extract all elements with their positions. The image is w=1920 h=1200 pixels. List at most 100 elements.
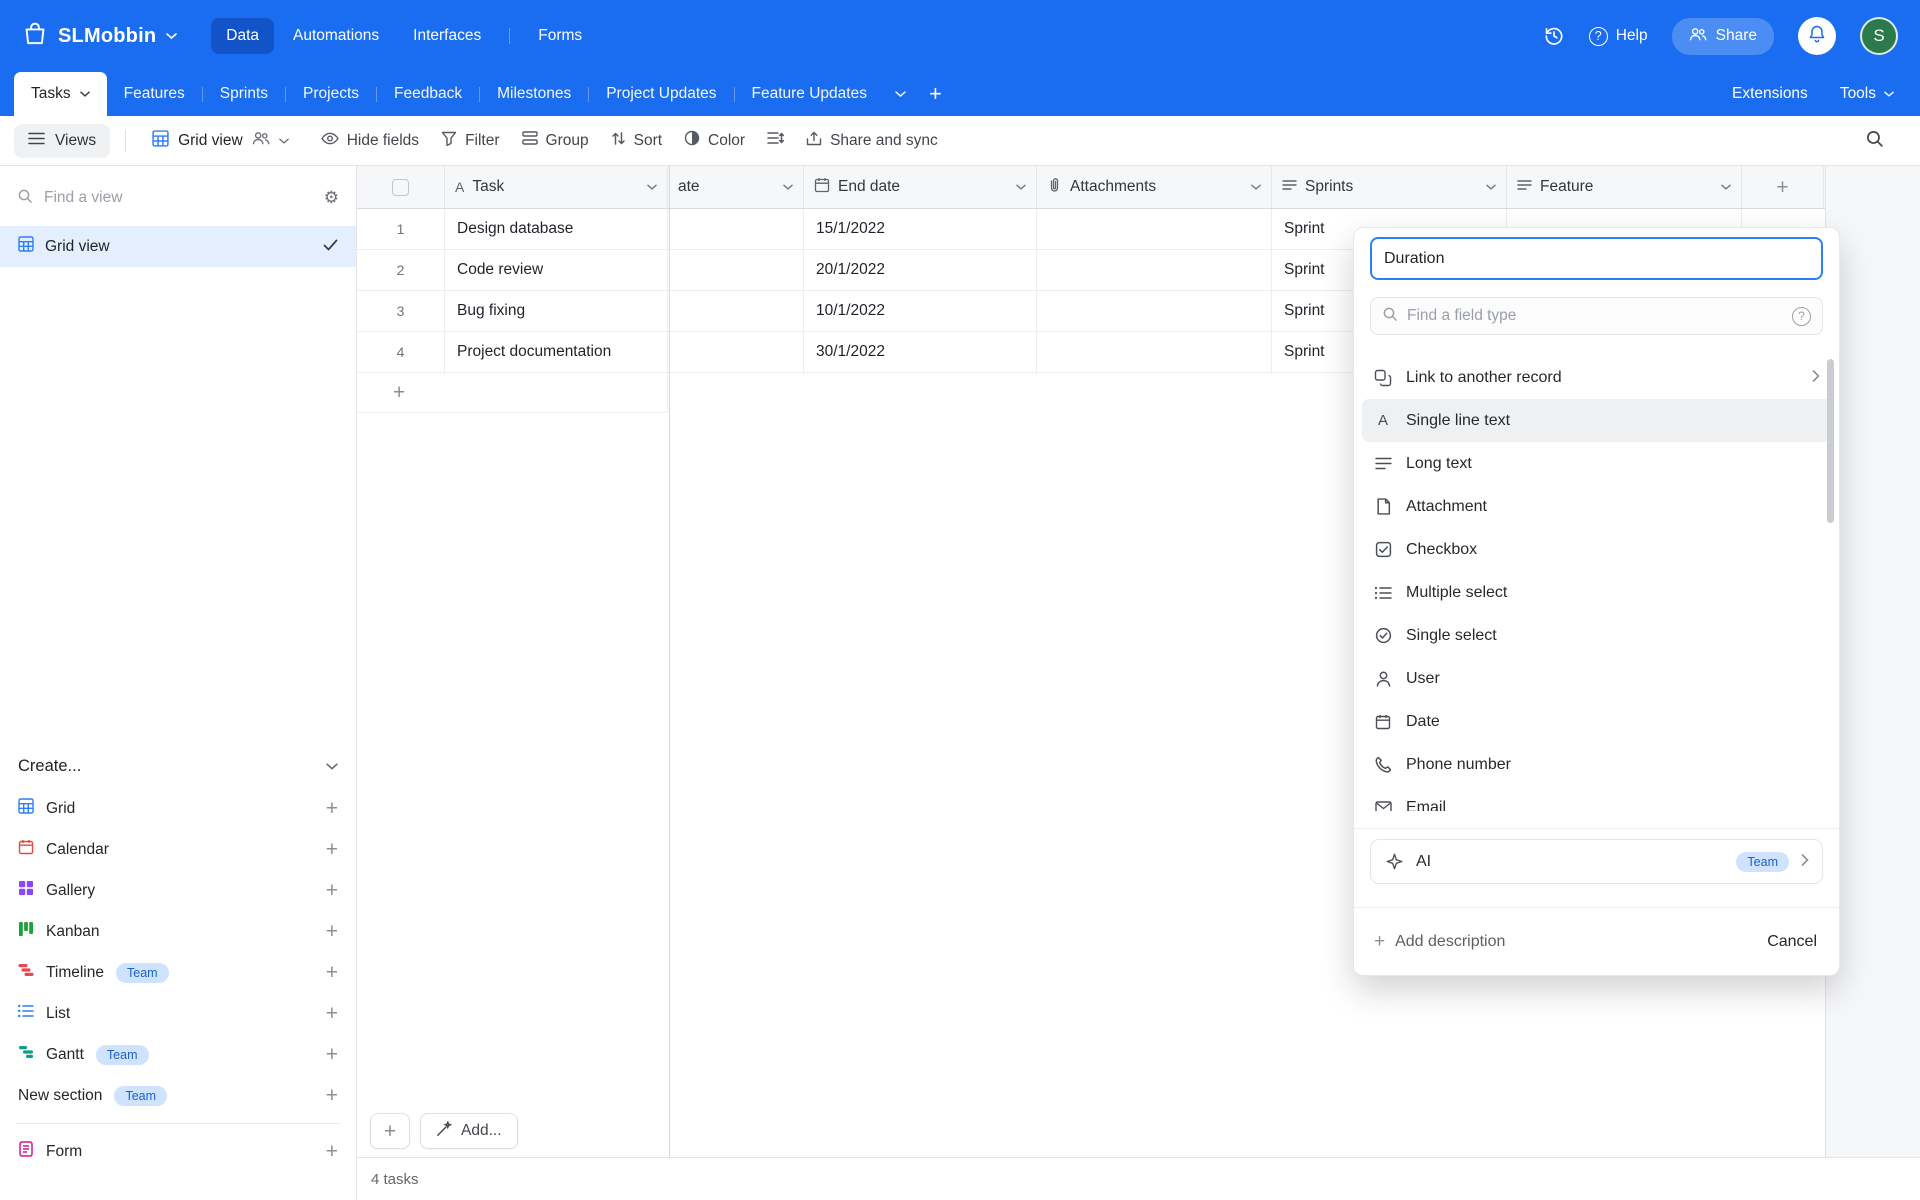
row-number[interactable]: 4 xyxy=(357,332,445,372)
cell-attachments[interactable] xyxy=(1037,209,1272,249)
create-kanban-item[interactable]: Kanban + xyxy=(18,911,338,952)
add-view-icon[interactable]: + xyxy=(326,921,338,942)
tab-features[interactable]: Features xyxy=(107,72,202,116)
field-type-long-text[interactable]: Long text xyxy=(1362,442,1831,485)
gear-icon[interactable]: ⚙ xyxy=(324,188,339,208)
row-number[interactable]: 2 xyxy=(357,250,445,290)
search-icon[interactable] xyxy=(1857,121,1892,161)
add-view-icon[interactable]: + xyxy=(326,1085,338,1106)
cell-clipped[interactable] xyxy=(668,332,804,372)
chevron-down-icon[interactable] xyxy=(1721,178,1731,196)
field-type-phone-number[interactable]: Phone number xyxy=(1362,743,1831,786)
select-all-header[interactable] xyxy=(357,166,445,208)
field-type-attachment[interactable]: Attachment xyxy=(1362,485,1831,528)
column-header-clipped[interactable]: ate xyxy=(668,166,804,208)
more-tables-chevron[interactable] xyxy=(884,72,917,116)
field-type-ai[interactable]: AI Team xyxy=(1370,839,1823,884)
nav-interfaces[interactable]: Interfaces xyxy=(398,18,496,54)
views-sidebar-toggle[interactable]: Views xyxy=(14,124,110,158)
cell-clipped[interactable] xyxy=(668,209,804,249)
field-type-email[interactable]: Email xyxy=(1362,786,1831,811)
add-field-header[interactable]: + xyxy=(1742,166,1824,208)
color-button[interactable]: Color xyxy=(673,123,756,158)
cell-end-date[interactable]: 30/1/2022 xyxy=(804,332,1037,372)
scrollbar-thumb[interactable] xyxy=(1827,359,1834,523)
tab-project-updates[interactable]: Project Updates xyxy=(589,72,733,116)
add-record-button[interactable]: + xyxy=(370,1113,410,1149)
group-button[interactable]: Group xyxy=(511,124,600,157)
add-row-cell[interactable]: + xyxy=(357,373,668,413)
row-height-button[interactable] xyxy=(756,124,795,157)
grid-view-switcher[interactable]: Grid view xyxy=(141,123,300,159)
column-header-feature[interactable]: Feature xyxy=(1507,166,1742,208)
add-view-icon[interactable]: + xyxy=(326,839,338,860)
frozen-column-divider[interactable] xyxy=(669,166,670,1157)
field-type-user[interactable]: User xyxy=(1362,657,1831,700)
help-button[interactable]: ? Help xyxy=(1589,27,1648,46)
nav-data[interactable]: Data xyxy=(211,18,274,54)
chevron-down-icon[interactable] xyxy=(1016,178,1026,196)
cell-end-date[interactable]: 15/1/2022 xyxy=(804,209,1037,249)
share-and-sync-button[interactable]: Share and sync xyxy=(795,124,949,158)
field-type-single-line-text[interactable]: A Single line text xyxy=(1362,399,1831,442)
nav-automations[interactable]: Automations xyxy=(278,18,394,54)
cell-task[interactable]: Code review xyxy=(445,250,668,290)
row-number[interactable]: 1 xyxy=(357,209,445,249)
column-header-attachments[interactable]: Attachments xyxy=(1037,166,1272,208)
chevron-down-icon[interactable] xyxy=(647,178,657,196)
create-gantt-item[interactable]: Gantt Team + xyxy=(18,1034,338,1075)
avatar[interactable]: S xyxy=(1860,17,1898,55)
share-button[interactable]: Share xyxy=(1672,18,1774,55)
cell-attachments[interactable] xyxy=(1037,250,1272,290)
tools-button[interactable]: Tools xyxy=(1840,85,1894,103)
chevron-down-icon[interactable] xyxy=(1251,178,1261,196)
create-gallery-item[interactable]: Gallery + xyxy=(18,870,338,911)
add-description-button[interactable]: + Add description xyxy=(1374,932,1505,951)
add-view-icon[interactable]: + xyxy=(326,1003,338,1024)
create-list-item[interactable]: List + xyxy=(18,993,338,1034)
nav-forms[interactable]: Forms xyxy=(523,18,597,54)
column-header-sprints[interactable]: Sprints xyxy=(1272,166,1507,208)
field-type-search-input[interactable] xyxy=(1407,307,1783,325)
extensions-button[interactable]: Extensions xyxy=(1732,85,1808,103)
cell-task[interactable]: Design database xyxy=(445,209,668,249)
add-view-icon[interactable]: + xyxy=(326,798,338,819)
hide-fields-button[interactable]: Hide fields xyxy=(310,125,430,157)
tab-feature-updates[interactable]: Feature Updates xyxy=(735,72,884,116)
cell-attachments[interactable] xyxy=(1037,332,1272,372)
tab-milestones[interactable]: Milestones xyxy=(480,72,588,116)
field-type-date[interactable]: Date xyxy=(1362,700,1831,743)
sort-button[interactable]: Sort xyxy=(600,124,673,158)
create-section-header[interactable]: Create... xyxy=(18,744,338,788)
find-view-input[interactable] xyxy=(44,189,313,207)
tab-sprints[interactable]: Sprints xyxy=(203,72,285,116)
sidebar-item-grid-view[interactable]: Grid view xyxy=(0,226,356,267)
cell-end-date[interactable]: 10/1/2022 xyxy=(804,291,1037,331)
tab-projects[interactable]: Projects xyxy=(286,72,376,116)
add-view-icon[interactable]: + xyxy=(326,1044,338,1065)
workspace-switcher[interactable]: SLMobbin xyxy=(22,21,177,52)
history-icon[interactable] xyxy=(1543,25,1565,47)
create-grid-item[interactable]: Grid + xyxy=(18,788,338,829)
select-all-checkbox[interactable] xyxy=(392,179,409,196)
add-table-button[interactable]: + xyxy=(917,72,954,116)
cancel-button[interactable]: Cancel xyxy=(1767,933,1817,951)
chevron-down-icon[interactable] xyxy=(783,178,793,196)
field-name-input[interactable] xyxy=(1370,237,1823,280)
add-view-icon[interactable]: + xyxy=(326,1141,338,1162)
tab-tasks[interactable]: Tasks xyxy=(14,72,107,116)
chevron-down-icon[interactable] xyxy=(1486,178,1496,196)
tab-feedback[interactable]: Feedback xyxy=(377,72,479,116)
column-header-task[interactable]: A Task xyxy=(445,166,668,208)
cell-clipped[interactable] xyxy=(668,291,804,331)
add-view-icon[interactable]: + xyxy=(326,880,338,901)
add-view-icon[interactable]: + xyxy=(326,962,338,983)
field-type-checkbox[interactable]: Checkbox xyxy=(1362,528,1831,571)
create-timeline-item[interactable]: Timeline Team + xyxy=(18,952,338,993)
add-with-ai-button[interactable]: Add... xyxy=(420,1113,518,1149)
field-type-multiple-select[interactable]: Multiple select xyxy=(1362,571,1831,614)
field-type-single-select[interactable]: Single select xyxy=(1362,614,1831,657)
create-new-section-item[interactable]: New section Team + xyxy=(18,1075,338,1116)
create-form-item[interactable]: Form + xyxy=(18,1131,338,1172)
cell-task[interactable]: Project documentation xyxy=(445,332,668,372)
